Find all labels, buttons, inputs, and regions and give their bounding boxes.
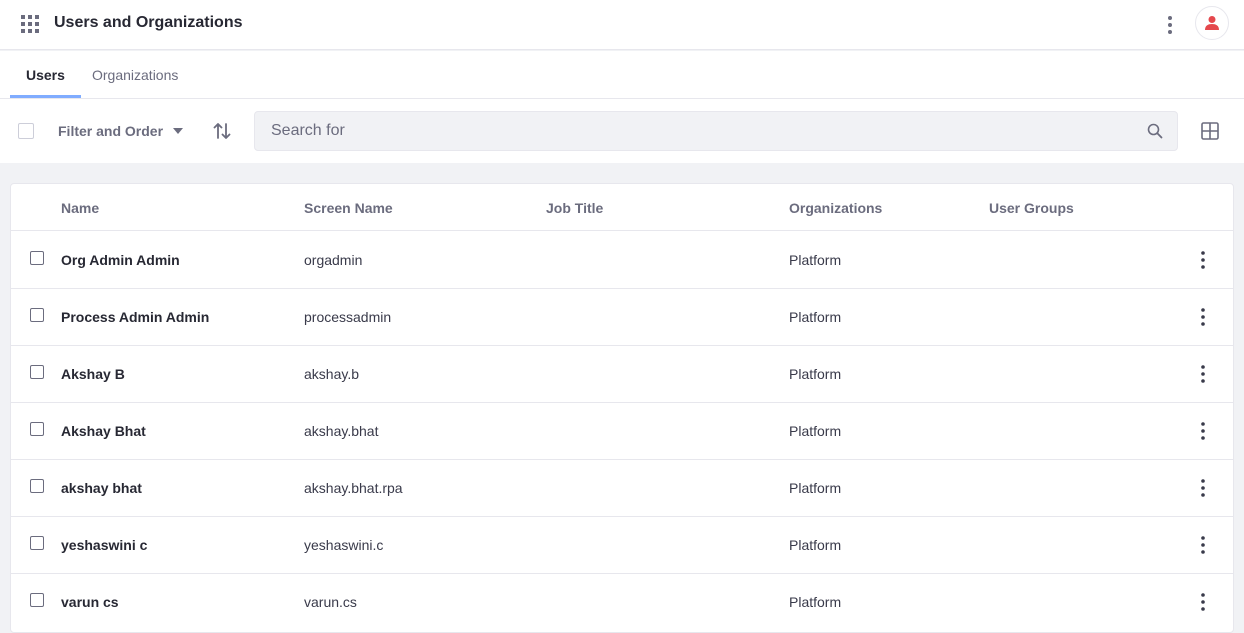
table-row: varun cs varun.cs Platform xyxy=(11,574,1233,631)
tab-users[interactable]: Users xyxy=(10,51,81,98)
row-actions-kebab-icon[interactable] xyxy=(1197,306,1209,328)
organizations: Platform xyxy=(789,423,842,439)
user-name-link[interactable]: akshay bhat xyxy=(61,480,142,496)
apps-grid-icon[interactable] xyxy=(21,15,39,33)
organizations: Platform xyxy=(789,594,842,610)
search-box xyxy=(254,111,1178,151)
organizations: Platform xyxy=(789,537,842,553)
column-header-organizations: Organizations xyxy=(789,200,883,216)
caret-down-icon xyxy=(173,128,184,134)
search-input[interactable] xyxy=(255,112,1135,150)
row-checkbox[interactable] xyxy=(30,536,44,550)
user-name-link[interactable]: Akshay Bhat xyxy=(61,423,146,439)
table-header: Name Screen Name Job Title Organizations… xyxy=(11,184,1233,231)
organizations: Platform xyxy=(789,366,842,382)
screen-name: akshay.bhat xyxy=(304,423,379,439)
users-table: Name Screen Name Job Title Organizations… xyxy=(10,183,1234,633)
table-row: Org Admin Admin orgadmin Platform xyxy=(11,232,1233,289)
user-name-link[interactable]: Process Admin Admin xyxy=(61,309,209,325)
user-name-link[interactable]: Org Admin Admin xyxy=(61,252,180,268)
row-checkbox[interactable] xyxy=(30,308,44,322)
column-header-screen-name: Screen Name xyxy=(304,200,393,216)
page-title: Users and Organizations xyxy=(54,14,243,31)
table-row: yeshaswini c yeshaswini.c Platform xyxy=(11,517,1233,574)
row-checkbox[interactable] xyxy=(30,593,44,607)
organizations: Platform xyxy=(789,480,842,496)
row-checkbox[interactable] xyxy=(30,365,44,379)
select-all-checkbox[interactable] xyxy=(18,123,34,139)
table-row: Akshay B akshay.b Platform xyxy=(11,346,1233,403)
table-row: akshay bhat akshay.bhat.rpa Platform xyxy=(11,460,1233,517)
user-name-link[interactable]: yeshaswini c xyxy=(61,537,147,553)
user-icon xyxy=(1205,16,1219,30)
tab-bar: Users Organizations xyxy=(0,51,1244,99)
row-actions-kebab-icon[interactable] xyxy=(1197,591,1209,613)
screen-name: akshay.b xyxy=(304,366,359,382)
row-actions-kebab-icon[interactable] xyxy=(1197,249,1209,271)
row-actions-kebab-icon[interactable] xyxy=(1197,534,1209,556)
row-actions-kebab-icon[interactable] xyxy=(1197,477,1209,499)
organizations: Platform xyxy=(789,252,842,268)
screen-name: akshay.bhat.rpa xyxy=(304,480,403,496)
row-actions-kebab-icon[interactable] xyxy=(1197,420,1209,442)
user-name-link[interactable]: varun cs xyxy=(61,594,119,610)
screen-name: processadmin xyxy=(304,309,392,325)
column-header-name: Name xyxy=(61,200,100,216)
user-name-link[interactable]: Akshay B xyxy=(61,366,125,382)
table-view-icon[interactable] xyxy=(1201,122,1219,140)
column-header-user-groups: User Groups xyxy=(989,200,1074,216)
filter-and-order-dropdown[interactable]: Filter and Order xyxy=(58,121,184,141)
filter-and-order-label: Filter and Order xyxy=(58,123,164,139)
tab-organizations[interactable]: Organizations xyxy=(76,51,194,98)
row-checkbox[interactable] xyxy=(30,251,44,265)
top-bar: Users and Organizations xyxy=(0,0,1244,50)
screen-name: varun.cs xyxy=(304,594,357,610)
table-row: Akshay Bhat akshay.bhat Platform xyxy=(11,403,1233,460)
sort-icon[interactable] xyxy=(212,121,232,141)
table-row: Process Admin Admin processadmin Platfor… xyxy=(11,289,1233,346)
screen-name: orgadmin xyxy=(304,252,363,268)
row-checkbox[interactable] xyxy=(30,422,44,436)
row-actions-kebab-icon[interactable] xyxy=(1197,363,1209,385)
row-checkbox[interactable] xyxy=(30,479,44,493)
management-toolbar: Filter and Order xyxy=(0,99,1244,163)
column-header-job-title: Job Title xyxy=(546,200,604,216)
kebab-vertical-icon[interactable] xyxy=(1160,13,1180,37)
screen-name: yeshaswini.c xyxy=(304,537,384,553)
user-avatar[interactable] xyxy=(1195,6,1229,40)
organizations: Platform xyxy=(789,309,842,325)
search-icon[interactable] xyxy=(1147,123,1163,139)
